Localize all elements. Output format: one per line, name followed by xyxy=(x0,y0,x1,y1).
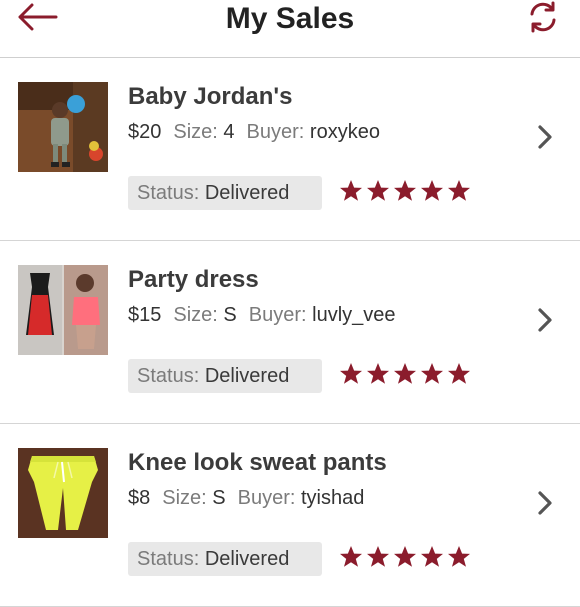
star-icon xyxy=(448,363,470,384)
item-buyer: luvly_vee xyxy=(312,304,396,326)
star-icon xyxy=(340,546,362,567)
star-icon xyxy=(421,180,443,201)
list-item[interactable]: Party dress $15 Size: S Buyer: luvly_vee S… xyxy=(0,241,580,424)
chevron-right-icon[interactable] xyxy=(536,124,554,150)
item-meta: $20 Size: 4 Buyer: roxykeo xyxy=(128,120,380,144)
size-label: Size: xyxy=(173,121,218,143)
rating-stars xyxy=(339,179,471,207)
item-meta: $8 Size: S Buyer: tyishad xyxy=(128,486,364,510)
size-label: Size: xyxy=(162,487,207,509)
item-title: Knee look sweat pants xyxy=(128,449,387,476)
star-icon xyxy=(367,363,389,384)
item-price: $8 xyxy=(128,487,151,509)
refresh-icon[interactable] xyxy=(526,0,560,34)
status-label: Status: xyxy=(137,365,200,387)
item-meta: $15 Size: S Buyer: luvly_vee xyxy=(128,303,396,327)
page-title: My Sales xyxy=(225,2,355,35)
status-value: Delivered xyxy=(204,365,290,387)
status-value: Delivered xyxy=(204,548,290,570)
buyer-label: Buyer: xyxy=(237,487,296,509)
item-title: Baby Jordan's xyxy=(128,83,293,110)
item-price: $20 xyxy=(128,121,162,143)
star-icon xyxy=(448,546,470,567)
item-price: $15 xyxy=(128,304,162,326)
star-icon xyxy=(367,180,389,201)
status-badge: Status: Delivered xyxy=(128,542,322,576)
status-badge: Status: Delivered xyxy=(128,176,322,210)
status-value: Delivered xyxy=(204,182,290,204)
sales-list: Baby Jordan's $20 Size: 4 Buyer: roxykeo S… xyxy=(0,58,580,607)
item-buyer: tyishad xyxy=(301,487,365,509)
item-size: S xyxy=(223,304,237,326)
list-item[interactable]: Baby Jordan's $20 Size: 4 Buyer: roxykeo S… xyxy=(0,58,580,241)
item-thumbnail xyxy=(18,265,108,355)
buyer-label: Buyer: xyxy=(248,304,307,326)
chevron-right-icon[interactable] xyxy=(536,490,554,516)
star-icon xyxy=(394,546,416,567)
size-label: Size: xyxy=(173,304,218,326)
star-icon xyxy=(448,180,470,201)
star-icon xyxy=(421,363,443,384)
rating-stars xyxy=(339,362,471,390)
item-thumbnail xyxy=(18,448,108,538)
item-buyer: roxykeo xyxy=(309,121,380,143)
star-icon xyxy=(367,546,389,567)
item-size: S xyxy=(212,487,226,509)
status-label: Status: xyxy=(137,182,200,204)
status-label: Status: xyxy=(137,548,200,570)
star-icon xyxy=(421,546,443,567)
item-title: Party dress xyxy=(128,266,259,293)
item-thumbnail xyxy=(18,82,108,172)
item-size: 4 xyxy=(223,121,235,143)
status-badge: Status: Delivered xyxy=(128,359,322,393)
rating-stars xyxy=(339,545,471,573)
star-icon xyxy=(394,363,416,384)
star-icon xyxy=(340,180,362,201)
app-header: My Sales xyxy=(0,0,580,58)
star-icon xyxy=(340,363,362,384)
buyer-label: Buyer: xyxy=(246,121,305,143)
star-icon xyxy=(394,180,416,201)
chevron-right-icon[interactable] xyxy=(536,307,554,333)
